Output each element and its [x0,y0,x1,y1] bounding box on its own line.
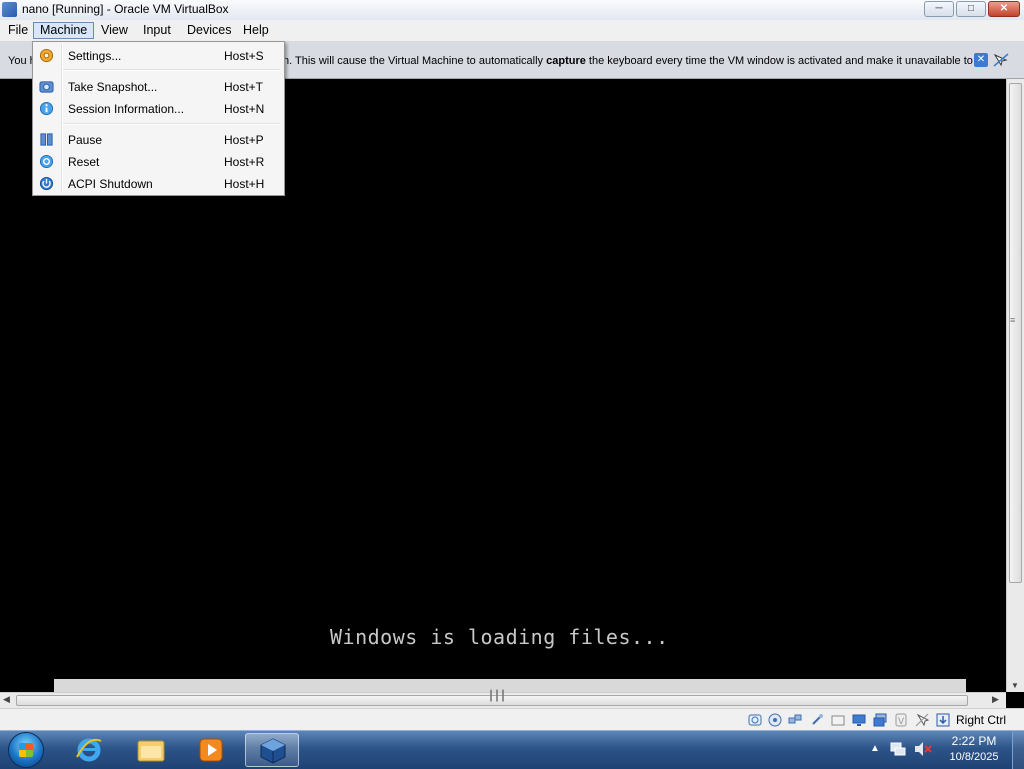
taskbar-virtualbox[interactable] [245,733,299,767]
menu-item-shortcut: Host+N [224,102,265,116]
maximize-icon: □ [967,3,975,14]
menu-file[interactable]: File [2,22,34,39]
menu-bar: File Machine View Input Devices Help [0,20,1024,42]
folder-icon [137,740,165,762]
vertical-scroll-thumb[interactable] [1009,83,1022,583]
info-icon [39,101,54,116]
horizontal-grip-icon: ┃┃┃ [488,691,507,702]
title-bar: nano [Running] - Oracle VM VirtualBox ─ … [0,0,1024,21]
menu-item-reset[interactable]: Reset Host+R [35,151,282,172]
window-title: nano [Running] - Oracle VM VirtualBox [22,2,229,16]
machine-dropdown-menu: Settings... Host+S Take Snapshot... Host… [32,41,285,196]
horizontal-scrollbar[interactable]: ◀ ┃┃┃ ▶ [0,691,1006,708]
taskbar-windows-explorer[interactable] [124,733,178,767]
network-tray-icon[interactable] [890,741,906,757]
menu-view[interactable]: View [95,22,134,39]
vm-status-bar: V Right Ctrl [0,708,1024,731]
virtualization-icon[interactable]: V [894,713,908,727]
menu-item-pause[interactable]: Pause Host+P [35,129,282,150]
show-hidden-icons-icon[interactable]: ▲ [870,743,880,754]
menu-input[interactable]: Input [137,22,177,39]
mouse-capture-icon[interactable] [993,53,1009,67]
menu-devices[interactable]: Devices [181,22,237,39]
host-key-arrow-icon[interactable] [936,713,950,727]
svg-text:V: V [898,717,905,727]
power-icon [39,176,54,191]
vertical-scrollbar[interactable]: ≡ ▼ [1006,79,1024,692]
menu-item-acpi-shutdown[interactable]: ACPI Shutdown Host+H [35,173,282,194]
display-icon[interactable] [852,713,866,727]
reset-icon [39,154,54,169]
menu-item-shortcut: Host+H [224,177,265,191]
scroll-right-arrow-icon[interactable]: ▶ [992,694,999,705]
menu-item-label: Session Information... [68,102,185,116]
vm-display-edge [54,679,966,692]
menu-machine[interactable]: Machine [33,22,95,39]
virtualbox-app-icon[interactable] [2,2,17,17]
menu-separator [63,69,280,71]
clock-date[interactable]: 10/8/2025 [942,751,1006,763]
menu-item-shortcut: Host+R [224,155,265,169]
taskbar-internet-explorer[interactable] [62,733,116,767]
menu-separator [63,123,280,125]
usb-icon[interactable] [810,713,824,727]
host-key-label[interactable]: Right Ctrl [956,713,1006,727]
notice-bold-word: capture [546,55,586,67]
menu-item-shortcut: Host+S [224,49,264,63]
notice-text-part: n. This will cause the Virtual Machine t… [283,55,547,67]
menu-item-take-snapshot[interactable]: Take Snapshot... Host+T [35,76,282,97]
hard-disk-icon[interactable] [748,713,762,727]
minimize-icon: ─ [935,3,943,14]
show-desktop-button[interactable] [1012,731,1024,769]
menu-item-label: Take Snapshot... [68,80,158,94]
menu-item-session-information[interactable]: Session Information... Host+N [35,98,282,119]
close-icon: ✕ [999,3,1009,14]
volume-muted-icon[interactable] [914,741,932,757]
network-icon[interactable] [788,713,802,727]
windows-logo-icon [19,743,33,757]
scroll-left-arrow-icon[interactable]: ◀ [3,694,10,705]
gear-icon [39,48,54,63]
camera-icon [39,81,54,93]
vertical-grip-icon: ≡ [1010,315,1016,325]
vm-boot-message: Windows is loading files... [330,625,669,649]
optical-drive-icon[interactable] [768,713,782,727]
menu-item-label: Reset [68,155,100,169]
windows-taskbar: ▲ 2:22 PM 10/8/2025 [0,730,1024,769]
menu-item-label: ACPI Shutdown [68,177,153,191]
menu-item-shortcut: Host+P [224,133,264,147]
taskbar-media-player[interactable] [184,733,238,767]
close-button[interactable]: ✕ [988,1,1020,17]
minimize-button[interactable]: ─ [924,1,954,17]
notice-close-icon[interactable]: ✕ [974,53,988,67]
virtualbox-icon [260,738,286,764]
internet-explorer-icon [76,738,102,762]
media-player-icon [199,738,223,762]
notice-text-part-end: the keyboard every time the VM window is… [585,55,973,67]
notice-text: n. This will cause the Virtual Machine t… [283,55,973,67]
shared-folders-icon[interactable] [831,713,845,727]
menu-item-settings[interactable]: Settings... Host+S [35,45,282,66]
menu-item-label: Pause [68,133,103,147]
menu-help[interactable]: Help [237,22,275,39]
menu-item-shortcut: Host+T [224,80,264,94]
video-capture-icon[interactable] [873,713,887,727]
start-button[interactable] [8,732,44,768]
menu-item-label: Settings... [68,49,122,63]
clock-time[interactable]: 2:22 PM [950,734,998,748]
maximize-button[interactable]: □ [956,1,986,17]
system-tray: ▲ [866,731,1024,769]
mouse-integration-icon[interactable] [915,713,929,727]
pause-icon [40,133,53,146]
scroll-down-arrow-icon[interactable]: ▼ [1011,681,1019,690]
